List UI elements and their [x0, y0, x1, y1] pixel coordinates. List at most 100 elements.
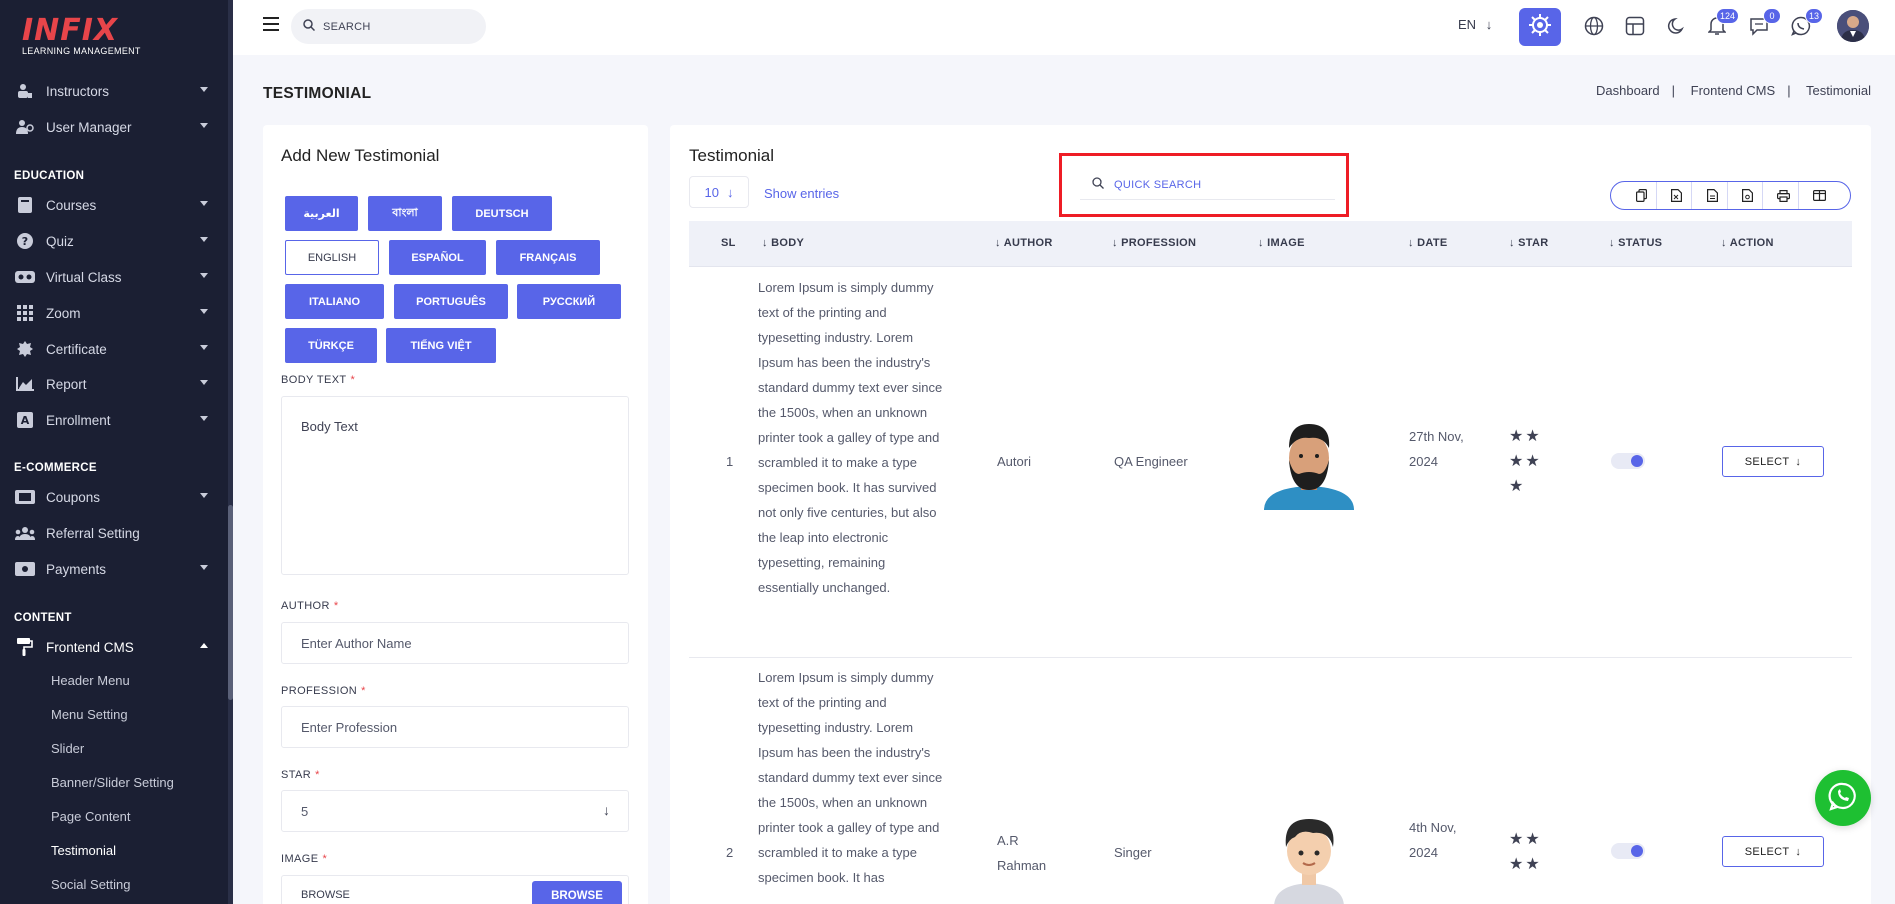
star-select-value: 5 — [301, 803, 309, 819]
sidebar-sub-slider[interactable]: Slider — [51, 741, 84, 756]
user-avatar[interactable] — [1837, 10, 1869, 42]
section-title-education: EDUCATION — [14, 170, 85, 182]
sidebar-sub-menu-setting[interactable]: Menu Setting — [51, 707, 128, 722]
excel-icon[interactable] — [1662, 182, 1693, 209]
breadcrumb-dashboard[interactable]: Dashboard — [1596, 83, 1660, 98]
column-body[interactable]: ↓ BODY — [762, 237, 804, 249]
image-file-input[interactable]: BROWSE BROWSE — [281, 875, 629, 904]
lang-tab-vietnamese[interactable]: TIẾNG VIỆT — [386, 328, 496, 363]
column-profession[interactable]: ↓ PROFESSION — [1112, 237, 1196, 249]
column-date[interactable]: ↓ DATE — [1408, 237, 1447, 249]
star-icon: ★ — [1509, 856, 1526, 873]
row-image — [1259, 807, 1359, 904]
lang-tab-turkce[interactable]: TÜRKÇE — [285, 328, 377, 363]
whatsapp-chat-icon[interactable]: 13 — [1789, 8, 1823, 38]
select-action-button[interactable]: SELECT ↓ — [1722, 446, 1824, 477]
lang-tab-portugues[interactable]: PORTUGUÊS — [394, 284, 508, 319]
sidebar-item-referral-setting[interactable]: Referral Setting — [0, 518, 228, 548]
select-action-button[interactable]: SELECT ↓ — [1722, 836, 1824, 867]
settings-button[interactable] — [1519, 8, 1561, 46]
list-title: Testimonial — [689, 146, 775, 165]
print-icon[interactable] — [1769, 182, 1799, 209]
sidebar-item-label: Courses — [46, 197, 97, 213]
sidebar-item-virtual-class[interactable]: Virtual Class — [0, 262, 228, 292]
arrow-down-icon: ↓ — [1795, 455, 1802, 468]
lang-tab-bangla[interactable]: বাংলা — [368, 196, 442, 231]
sidebar-item-user-manager[interactable]: User Manager — [0, 112, 228, 142]
lang-tab-francais[interactable]: FRANÇAIS — [496, 240, 600, 275]
csv-icon[interactable] — [1698, 182, 1728, 209]
pdf-icon[interactable] — [1733, 182, 1764, 209]
star-select[interactable]: 5 ↓ — [281, 790, 629, 832]
notification-count-badge: 124 — [1715, 8, 1739, 24]
lang-tab-espanol[interactable]: ESPAÑOL — [389, 240, 486, 275]
search-icon — [1092, 176, 1104, 194]
author-field[interactable]: Enter Author Name — [281, 622, 629, 664]
sidebar-item-frontend-cms[interactable]: Frontend CMS — [0, 632, 228, 662]
entries-select[interactable]: 10 ↓ — [689, 176, 749, 208]
sidebar-sub-banner-slider-setting[interactable]: Banner/Slider Setting — [51, 775, 174, 790]
column-image[interactable]: ↓ IMAGE — [1258, 237, 1305, 249]
sidebar-sub-page-content[interactable]: Page Content — [51, 809, 131, 824]
sidebar-item-certificate[interactable]: Certificate — [0, 334, 228, 364]
lang-tab-english[interactable]: ENGLISH — [285, 240, 379, 275]
testimonial-list-card: Testimonial 10 ↓ Show entries QUICK SEARC… — [670, 125, 1871, 904]
body-text-label: BODY TEXT * — [281, 374, 356, 386]
sidebar-scrollbar[interactable] — [228, 0, 233, 904]
layout-icon[interactable] — [1623, 14, 1647, 38]
breadcrumb-frontend-cms[interactable]: Frontend CMS — [1691, 83, 1776, 98]
row-image — [1259, 418, 1359, 510]
sidebar-item-payments[interactable]: Payments — [0, 554, 228, 584]
browse-button[interactable]: BROWSE — [532, 881, 622, 904]
menu-toggle-icon[interactable] — [263, 17, 279, 31]
sidebar-item-label: Enrollment — [46, 412, 111, 428]
copy-icon[interactable] — [1627, 182, 1657, 209]
sidebar-item-label: Quiz — [46, 233, 74, 249]
sidebar-item-quiz[interactable]: ? Quiz — [0, 226, 228, 256]
lang-tab-italiano[interactable]: ITALIANO — [285, 284, 384, 319]
quick-search-placeholder: QUICK SEARCH — [1114, 178, 1202, 191]
sidebar-item-coupons[interactable]: Coupons — [0, 482, 228, 512]
column-star[interactable]: ↓ STAR — [1509, 237, 1548, 249]
notification-bell-icon[interactable]: 124 — [1705, 8, 1739, 38]
section-title-ecommerce: E-COMMERCE — [14, 462, 97, 474]
lang-tab-deutsch[interactable]: DEUTSCH — [452, 196, 552, 231]
scrollbar-thumb[interactable] — [228, 505, 233, 700]
status-toggle[interactable] — [1611, 843, 1645, 859]
sidebar-item-courses[interactable]: Courses — [0, 190, 228, 220]
columns-icon[interactable] — [1804, 182, 1834, 209]
column-author[interactable]: ↓ AUTHOR — [995, 237, 1053, 249]
logo-mark: INFIX — [22, 13, 119, 48]
sidebar-sub-testimonial[interactable]: Testimonial — [51, 843, 116, 858]
sidebar-item-label: Payments — [46, 561, 107, 577]
sidebar-item-instructors[interactable]: Instructors — [0, 76, 228, 106]
arrow-down-icon: ↓ — [726, 184, 734, 200]
column-status[interactable]: ↓ STATUS — [1609, 237, 1662, 249]
language-select[interactable]: EN ↓ — [1458, 17, 1492, 32]
column-sl[interactable]: SL — [721, 237, 736, 249]
profession-field[interactable]: Enter Profession — [281, 706, 629, 748]
body-text-field[interactable]: Body Text — [281, 396, 629, 575]
lang-tab-russian[interactable]: РУССКИЙ — [517, 284, 621, 319]
sidebar: INFIX LEARNING MANAGEMENT Instructors Us… — [0, 0, 233, 904]
logo[interactable]: INFIX LEARNING MANAGEMENT — [22, 14, 182, 64]
message-icon[interactable]: 0 — [1747, 8, 1781, 38]
sidebar-sub-social-setting[interactable]: Social Setting — [51, 877, 131, 892]
quick-search-input[interactable]: QUICK SEARCH — [1080, 170, 1335, 200]
lang-tab-arabic[interactable]: العربية — [285, 196, 358, 231]
sidebar-sub-header-menu[interactable]: Header Menu — [51, 673, 130, 688]
whatsapp-float-button[interactable] — [1815, 770, 1871, 826]
dark-mode-icon[interactable] — [1665, 14, 1689, 38]
sidebar-item-report[interactable]: Report — [0, 369, 228, 399]
column-action[interactable]: ↓ ACTION — [1721, 237, 1774, 249]
chevron-down-icon — [200, 309, 208, 314]
search-input[interactable]: SEARCH — [291, 9, 486, 44]
sidebar-item-zoom[interactable]: Zoom — [0, 298, 228, 328]
grid-icon — [14, 304, 36, 322]
svg-text:A: A — [21, 414, 30, 427]
globe-icon[interactable] — [1582, 14, 1606, 38]
status-toggle[interactable] — [1611, 453, 1645, 469]
sidebar-item-enrollment[interactable]: A Enrollment — [0, 405, 228, 435]
sidebar-item-label: Zoom — [46, 305, 81, 321]
whatsapp-icon — [1828, 781, 1858, 816]
